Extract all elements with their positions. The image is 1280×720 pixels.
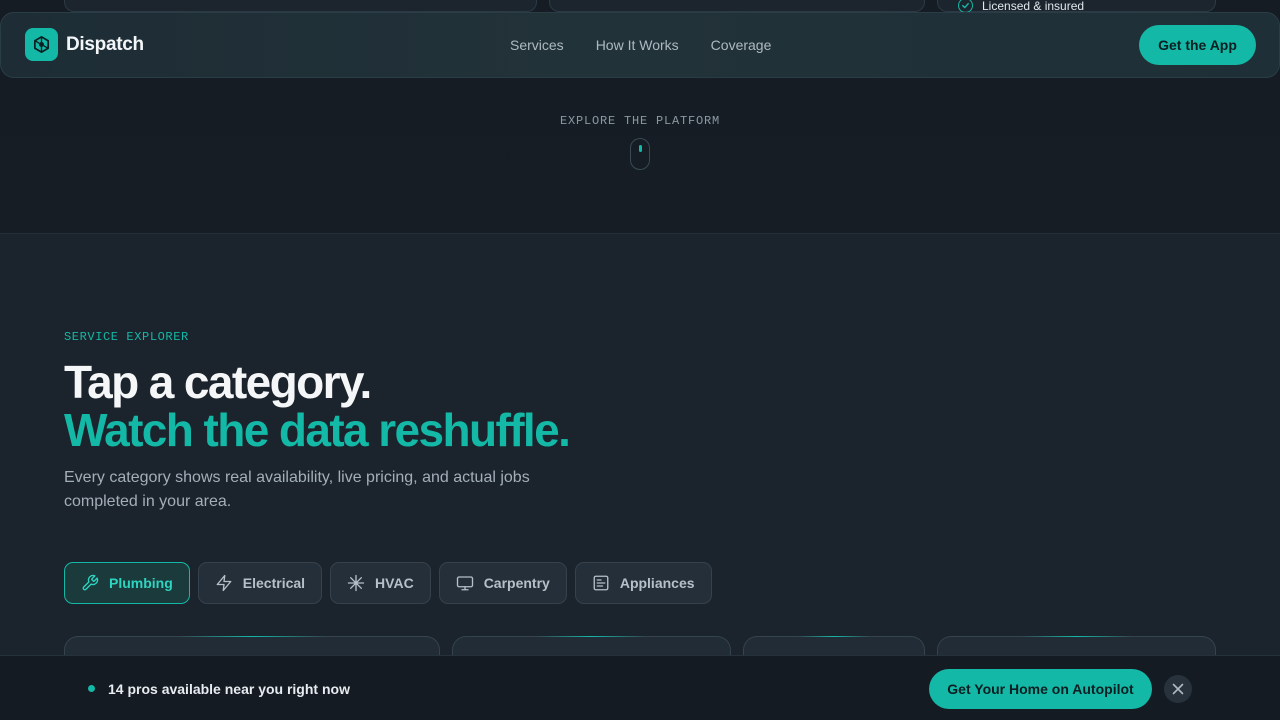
category-label: HVAC <box>375 575 414 591</box>
licensed-label: Licensed & insured <box>982 0 1085 13</box>
brand[interactable]: Dispatch <box>25 28 144 61</box>
brand-name: Dispatch <box>66 33 144 55</box>
top-navbar: Dispatch Services How It Works Coverage … <box>0 12 1280 78</box>
hero-card-edge <box>549 0 925 12</box>
live-status-dot <box>88 685 95 692</box>
nav-link-services[interactable]: Services <box>510 37 564 53</box>
section-headline: Tap a category. <box>64 356 372 408</box>
close-bar-button[interactable] <box>1164 675 1192 703</box>
nav-links: Services How It Works Coverage <box>510 37 771 53</box>
category-label: Carpentry <box>483 575 550 591</box>
category-label: Electrical <box>242 575 306 591</box>
section-description: Every category shows real availability, … <box>64 469 530 510</box>
nav-link-coverage[interactable]: Coverage <box>711 37 772 53</box>
nav-link-how-it-works[interactable]: How It Works <box>596 37 679 53</box>
explore-label: EXPLORE THE PLATFORM <box>559 114 721 128</box>
monitor-icon <box>456 576 473 591</box>
get-the-app-button[interactable]: Get the App <box>1139 25 1256 65</box>
autopilot-cta-button[interactable]: Get Your Home on Autopilot <box>929 669 1152 709</box>
sticky-bottom-bar: 14 pros available near you right now Get… <box>0 655 1280 720</box>
category-tabs: Plumbing Electrical HVAC Carpentry Appli… <box>64 562 712 604</box>
wrench-icon <box>82 574 99 591</box>
category-label: Appliances <box>619 575 695 591</box>
category-tab-hvac[interactable]: HVAC <box>330 562 431 604</box>
lightning-icon <box>216 574 232 592</box>
snowflake-icon <box>347 574 365 592</box>
logo-icon <box>25 28 58 61</box>
category-tab-electrical[interactable]: Electrical <box>197 562 323 604</box>
section-headline-accent: Watch the data reshuffle. <box>64 404 571 456</box>
category-label: Plumbing <box>109 575 173 591</box>
category-tab-plumbing[interactable]: Plumbing <box>64 562 190 604</box>
appliance-icon <box>593 575 609 591</box>
category-tab-appliances[interactable]: Appliances <box>574 562 712 604</box>
close-icon <box>1172 683 1184 695</box>
hero-card-edge <box>64 0 537 12</box>
category-tab-carpentry[interactable]: Carpentry <box>438 562 567 604</box>
section-eyebrow: SERVICE EXPLORER <box>64 330 189 344</box>
scroll-mouse-icon[interactable] <box>630 138 650 170</box>
availability-status: 14 pros available near you right now <box>108 681 350 697</box>
